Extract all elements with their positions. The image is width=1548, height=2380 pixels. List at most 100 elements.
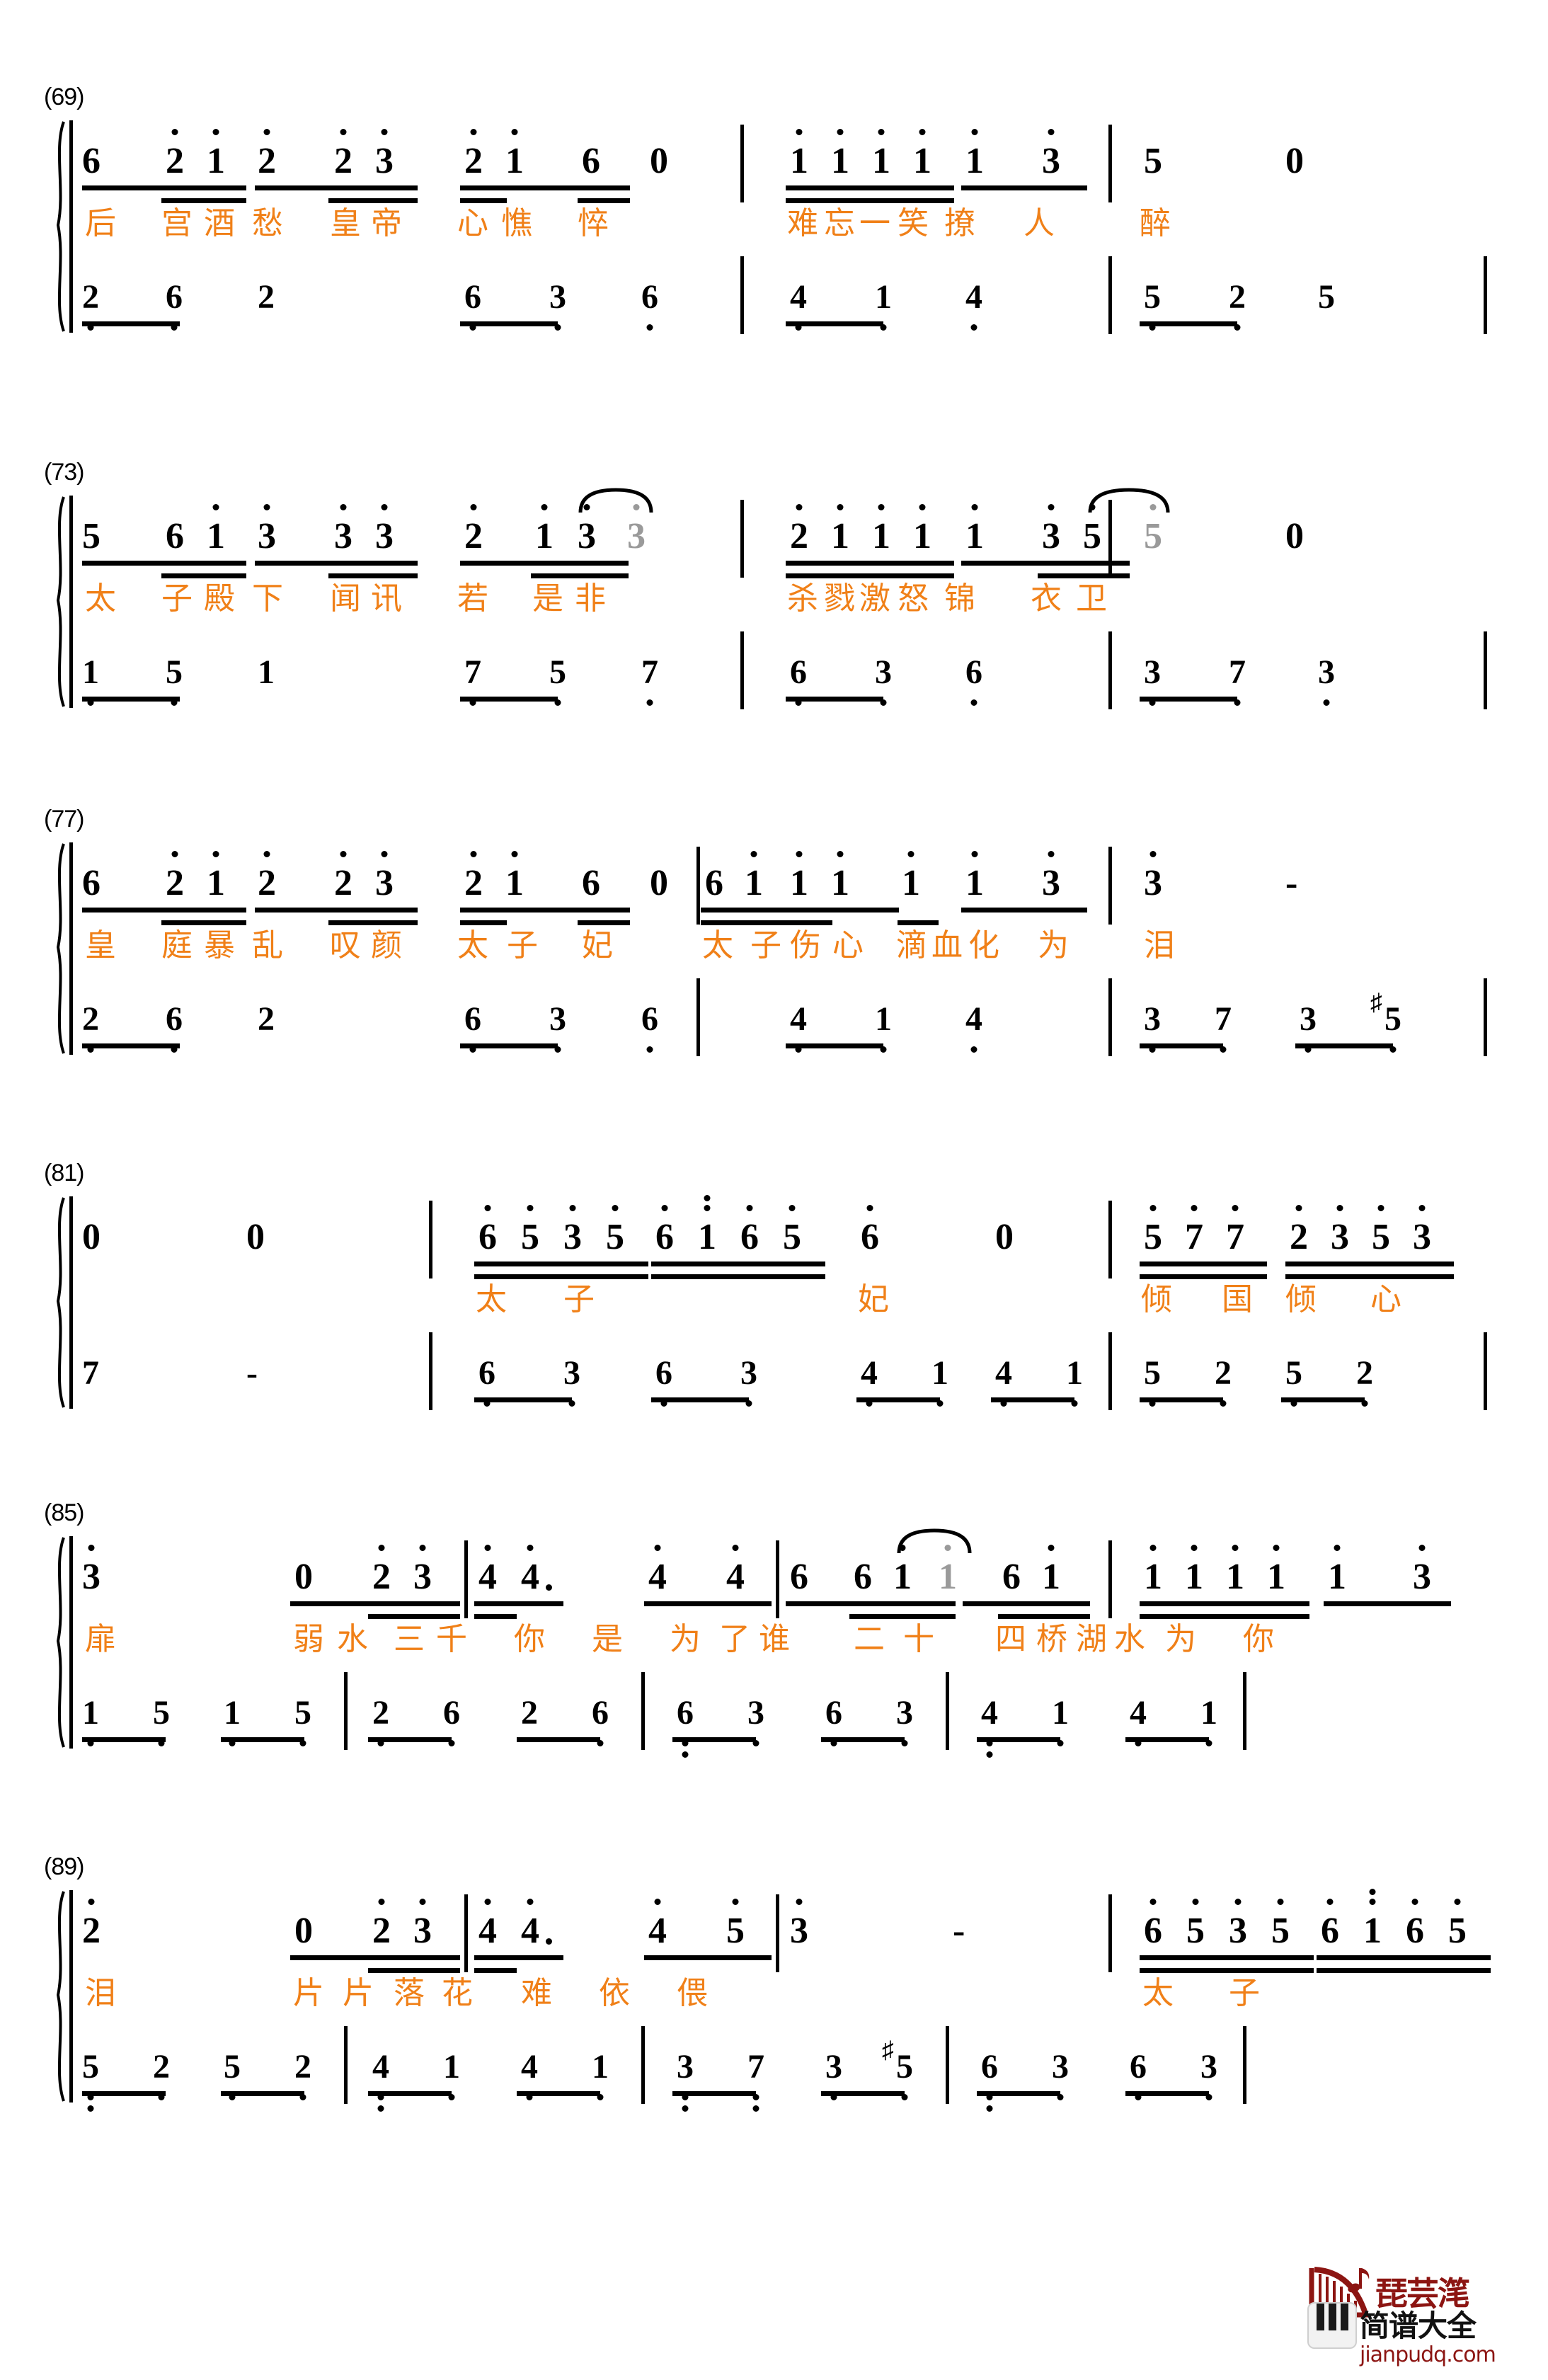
octave-down-dot [646, 324, 653, 331]
octave-up-dot [971, 851, 978, 857]
lyric-syllable: 愁 [252, 205, 283, 241]
octave-up-dot [1048, 851, 1055, 857]
lyric-syllable: 湖 [1076, 1621, 1107, 1657]
lyric-syllable: 子 [507, 927, 538, 963]
lyric-syllable: 一 [859, 205, 890, 241]
beam-line [460, 321, 558, 326]
beam-line [1317, 1968, 1491, 1973]
bass-note: 5 ♯ [1370, 991, 1401, 1053]
octave-up-dot [470, 851, 477, 857]
melody-note: 3 [334, 504, 352, 555]
barline [344, 1672, 348, 1750]
lyric-syllable: 衣 [1031, 580, 1062, 617]
beam-line [1140, 1043, 1223, 1048]
octave-up-dot [612, 1205, 619, 1211]
melody-row: 30234444661161111113 [82, 1528, 1488, 1621]
melody-note: 2 [464, 504, 483, 555]
watermark-site-row: 简谱大全 jianpudq.com [1360, 2302, 1496, 2367]
bass-note: 5 [82, 2050, 99, 2112]
bass-row: 2 6 2 6 3 6 4 1 4 5 2 5 [82, 256, 1488, 338]
octave-up-dot [263, 851, 270, 857]
beam-line [898, 920, 939, 925]
beam-line [821, 1737, 905, 1742]
beam-line [1140, 1955, 1314, 1960]
octave-up-dot [796, 1899, 803, 1905]
barline [344, 2026, 348, 2104]
lyric-syllable: 二 [854, 1621, 885, 1657]
piano-brace [48, 842, 76, 1062]
staff-rows: 30234444661161111113扉弱水三千你是为了谁二十四桥湖水为你15… [82, 1528, 1488, 1758]
beam-line [460, 920, 507, 925]
melody-note: 7 [1185, 1205, 1203, 1256]
octave-up-dot [1234, 1899, 1242, 1905]
bass-note: 3 [677, 2050, 694, 2112]
octave-down-dot-2 [377, 2105, 384, 2112]
octave-up-dot [378, 1545, 385, 1551]
melody-note: - [1285, 863, 1298, 903]
bass-note: 6 [641, 280, 658, 331]
lyric-syllable: 庭 [161, 927, 193, 963]
melody-note: 5 [521, 1205, 539, 1256]
melody-note: 2 [464, 851, 483, 902]
bass-note: 6 [981, 2050, 998, 2112]
lyric-syllable: 下 [252, 580, 283, 617]
watermark-url[interactable]: jianpudq.com [1360, 2342, 1496, 2367]
bass-note: 5 [166, 656, 183, 706]
barline [740, 631, 744, 709]
octave-down-dot [970, 1046, 977, 1053]
lyric-syllable: 子 [750, 927, 781, 963]
lyric-syllable: 暴 [204, 927, 235, 963]
beam-line [368, 2091, 452, 2096]
bass-note: 5 [1318, 278, 1335, 316]
piano-brace [48, 496, 76, 715]
bass-note: 6 [790, 656, 807, 706]
octave-up-dot [1149, 1899, 1157, 1905]
bass-note: 3 [875, 656, 892, 706]
beam-line [786, 697, 883, 702]
octave-up-dot [837, 504, 844, 510]
staff-rows: 202344453-65356165泪片片落花难依偎太子525241413735… [82, 1889, 1491, 2112]
bass-note: 3 [549, 280, 566, 331]
beam-line [460, 1043, 558, 1048]
octave-down-dot [1323, 699, 1330, 706]
octave-down-dot-2 [682, 1751, 689, 1758]
beam-line [1281, 1397, 1365, 1402]
octave-up-dot [470, 504, 477, 510]
octave-down-dot [970, 324, 977, 331]
beam-line [255, 908, 418, 912]
beam-line [578, 920, 630, 925]
beam-line [786, 198, 954, 203]
barline [464, 1894, 468, 1972]
beam-line [221, 2091, 304, 2096]
melody-note: 1 [535, 504, 554, 555]
bass-note: 5 [549, 656, 566, 706]
bass-note: 6 [825, 1696, 842, 1746]
lyric-syllable: 锦 [944, 580, 975, 617]
octave-up-dot [171, 851, 178, 857]
octave-up-dot [583, 504, 590, 510]
sheet-music-page: (69) 6 2 1 2 2 3 2 1 6 0 1 1 1 1 1 3 5 0 后宫酒愁皇帝心憔悴难忘一笑撩人醉 2 6… [0, 0, 1548, 2380]
melody-note: 6 [582, 141, 600, 181]
beam-line [460, 561, 629, 566]
octave-up-dot [88, 1545, 95, 1551]
octave-up-dot [919, 129, 926, 135]
bass-note: 6 [592, 1696, 609, 1746]
lyric-syllable: 皇 [85, 927, 116, 963]
melody-note: 1 [965, 129, 984, 180]
beam-line [460, 198, 507, 203]
barline [1243, 1672, 1246, 1750]
beam-line [998, 1614, 1090, 1619]
bass-note: 7 [1215, 1002, 1232, 1053]
melody-note: 5 [783, 1205, 801, 1256]
melody-note: 2 [334, 129, 352, 180]
octave-up-dot-2 [704, 1195, 711, 1201]
measure-number: (81) [44, 1160, 84, 1186]
lyric-syllable: 心 [457, 205, 488, 241]
melody-note: 2 [790, 504, 808, 555]
beam-line [961, 561, 1130, 566]
melody-note: 4 [521, 1899, 552, 1950]
melody-note: 1 [893, 1545, 912, 1596]
octave-up-dot [263, 129, 270, 135]
beam-line [474, 1968, 517, 1973]
melody-row: 621223216061111133- [82, 842, 1488, 927]
